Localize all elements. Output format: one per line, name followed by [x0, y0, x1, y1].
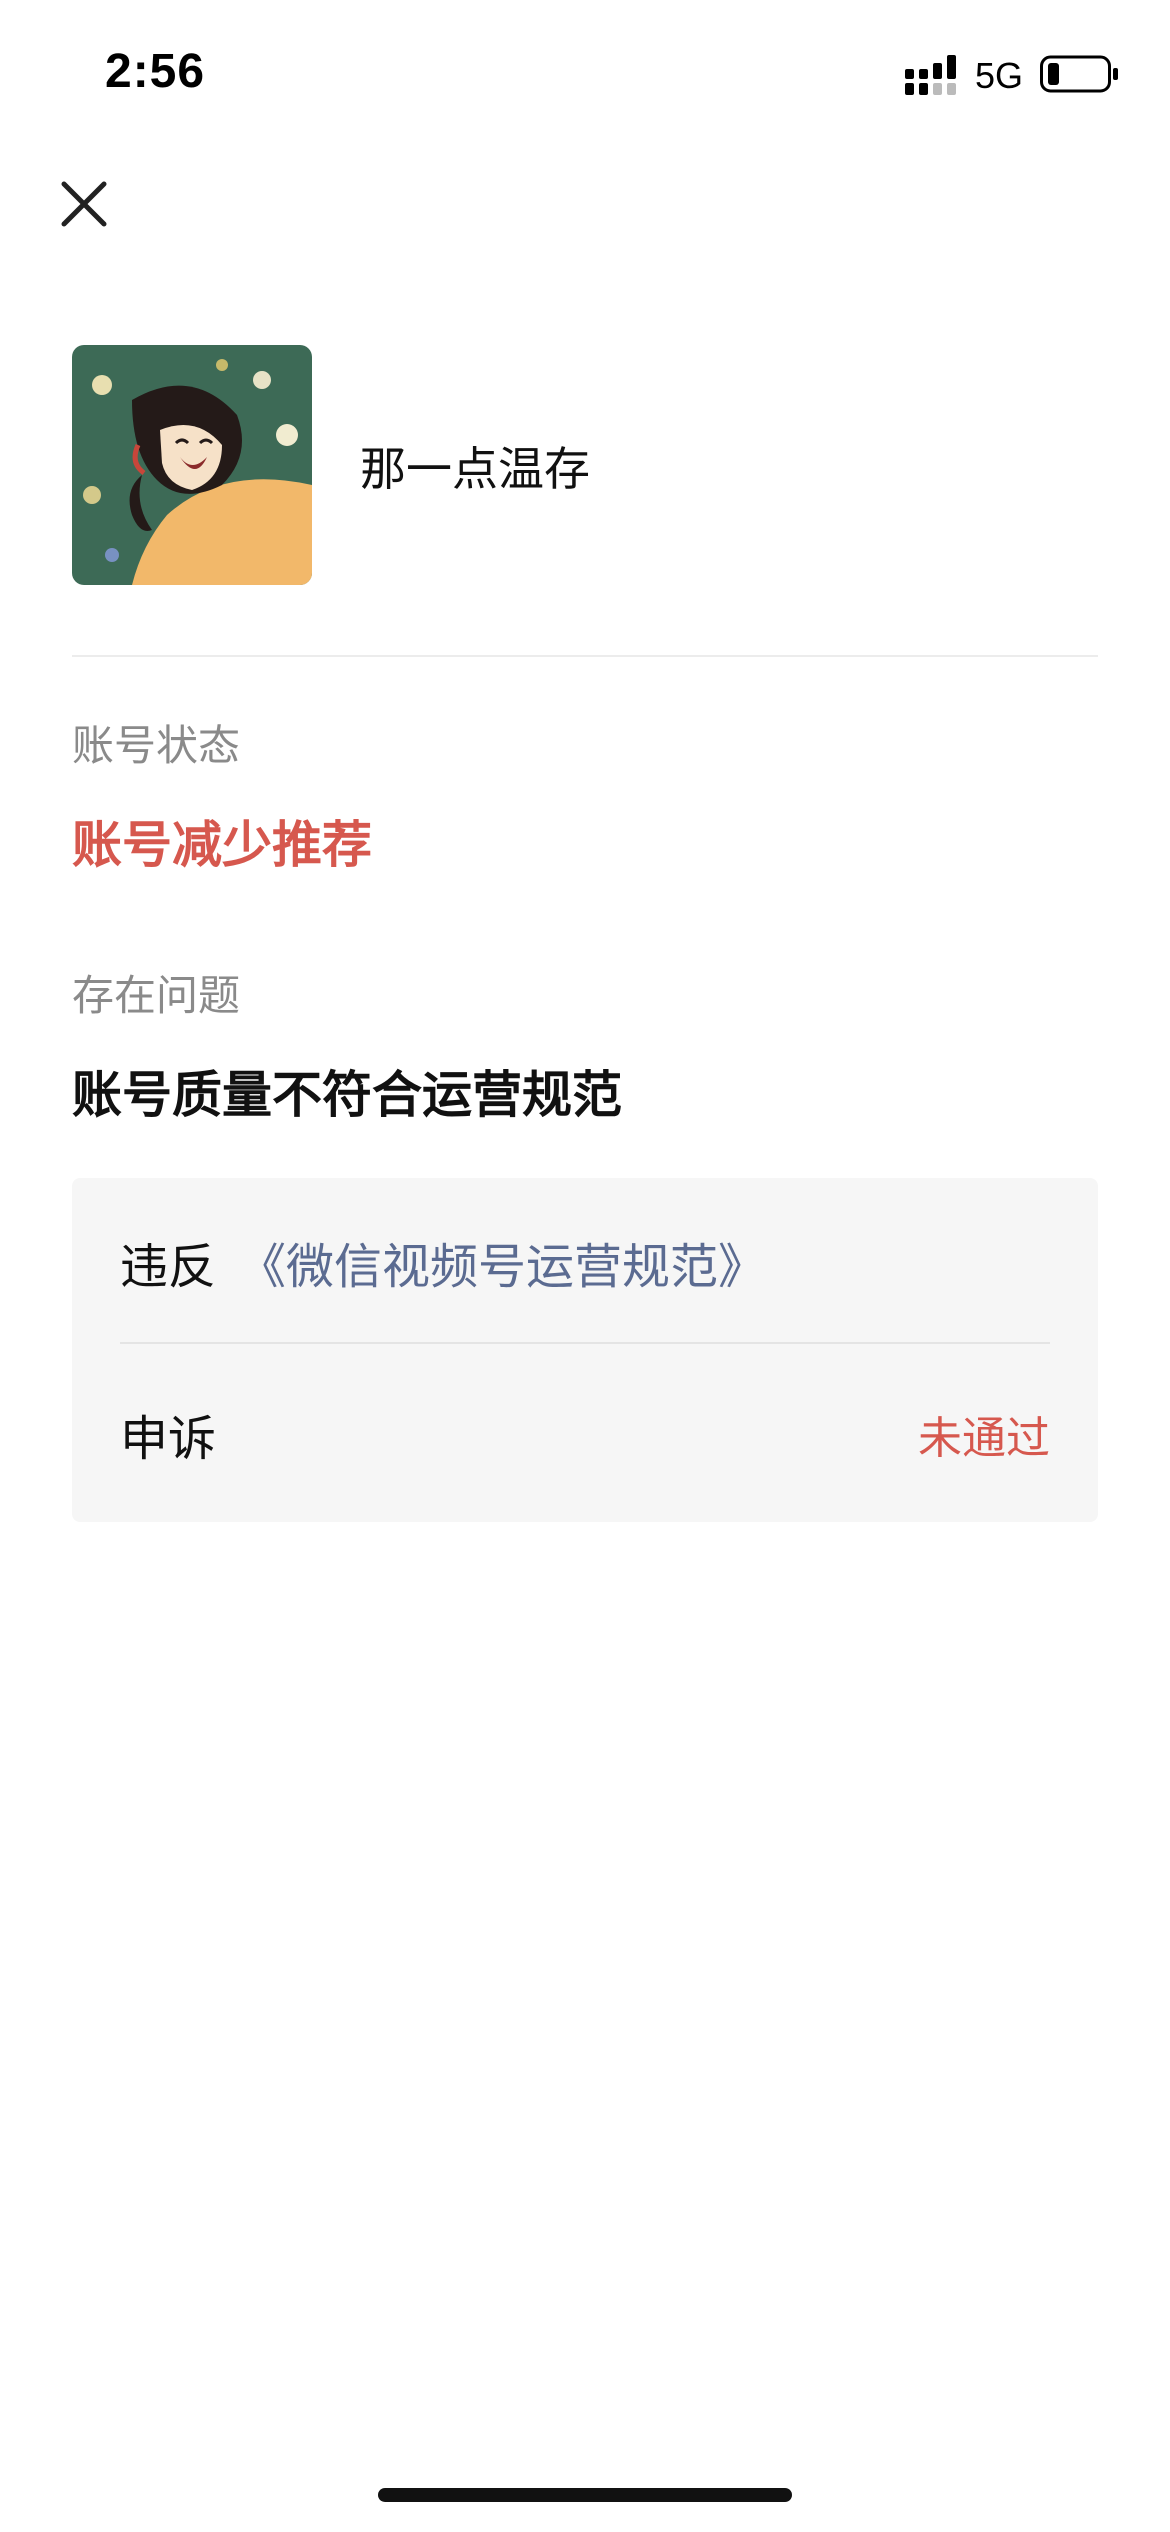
- violation-prefix: 违反: [120, 1239, 217, 1295]
- home-indicator[interactable]: [378, 2488, 792, 2502]
- appeal-row[interactable]: 申诉 未通过: [120, 1350, 1050, 1518]
- problem-value: 账号质量不符合运营规范: [72, 1066, 622, 1124]
- detail-card: 违反 《微信视频号运营规范》 申诉 未通过: [72, 1178, 1098, 1522]
- avatar: [72, 345, 312, 585]
- profile-name: 那一点温存: [360, 442, 590, 496]
- violation-row[interactable]: 违反 《微信视频号运营规范》: [120, 1178, 1050, 1346]
- appeal-label: 申诉: [120, 1411, 217, 1467]
- divider: [72, 655, 1098, 657]
- status-bar: 2:56 5G: [0, 0, 1170, 140]
- status-time: 2:56: [105, 45, 206, 98]
- close-icon[interactable]: [52, 172, 116, 236]
- problem-label: 存在问题: [72, 971, 241, 1020]
- appeal-status: 未通过: [918, 1413, 1050, 1464]
- network-type: 5G: [975, 55, 1024, 96]
- avatar-image: [72, 345, 312, 585]
- policy-link[interactable]: 《微信视频号运营规范》: [238, 1227, 766, 1297]
- profile-row: 那一点温存: [72, 345, 1098, 585]
- account-status-value: 账号减少推荐: [72, 816, 372, 874]
- signal-bars-icon: [905, 55, 956, 95]
- battery-low-icon: [1040, 55, 1118, 93]
- card-divider: [120, 1342, 1050, 1344]
- account-status-label: 账号状态: [72, 721, 241, 770]
